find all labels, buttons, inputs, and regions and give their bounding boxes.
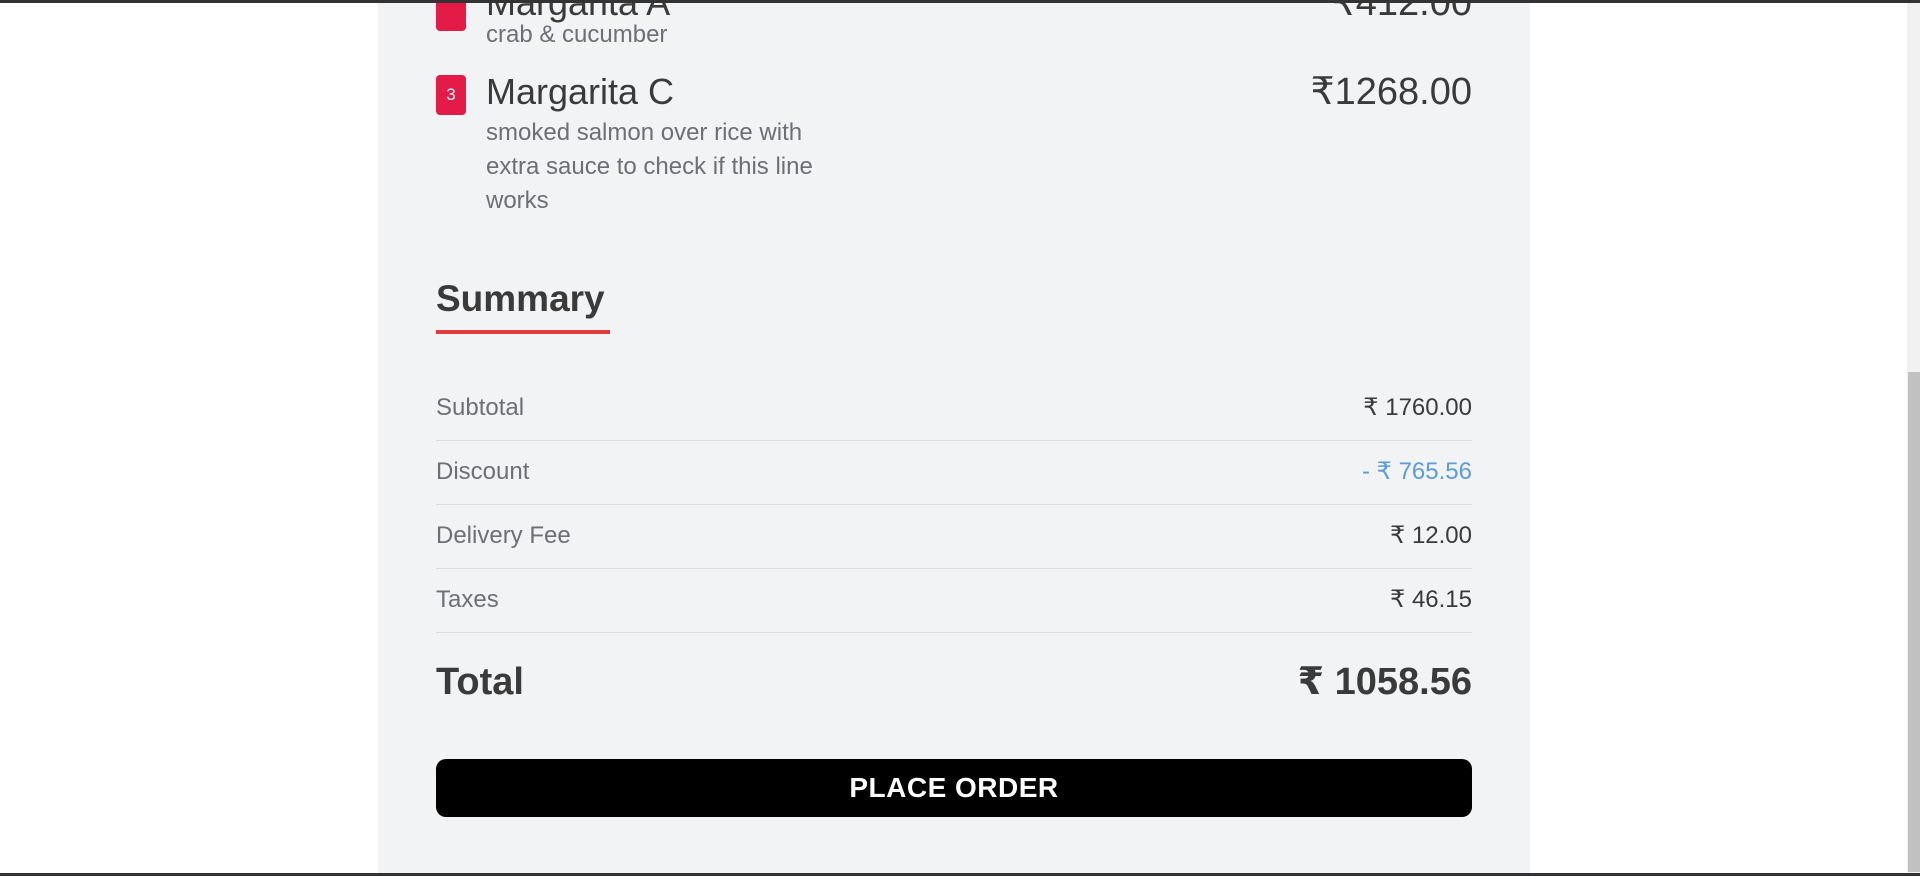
row-label: Subtotal [436, 394, 525, 421]
total-value: ₹ 1058.56 [1297, 661, 1472, 703]
item-name: Margarita C [486, 71, 675, 112]
summary-row-discount: Discount - ₹ 765.56 [436, 440, 1472, 505]
quantity-badge [436, 3, 466, 31]
place-order-button[interactable]: PLACE ORDER [436, 759, 1472, 817]
total-label: Total [436, 661, 524, 703]
item-description: crab & cucumber [486, 21, 668, 48]
row-label: Discount [436, 458, 530, 485]
row-label: Taxes [436, 586, 499, 613]
row-value: - ₹ 765.56 [1361, 458, 1472, 485]
summary-heading: Summary [436, 278, 605, 319]
row-label: Delivery Fee [436, 522, 571, 549]
checkout-panel: Margarita A crab & cucumber ₹412.00 3 Ma… [378, 3, 1530, 873]
cart-item: 3 Margarita C smoked salmon over rice wi… [436, 70, 1472, 220]
item-price: ₹412.00 [1331, 3, 1472, 24]
row-value: ₹ 12.00 [1390, 522, 1472, 549]
summary-row-delivery-fee: Delivery Fee ₹ 12.00 [436, 504, 1472, 569]
row-value: ₹ 46.15 [1390, 586, 1472, 613]
summary-heading-underline [436, 330, 610, 334]
summary-row-subtotal: Subtotal ₹ 1760.00 [436, 376, 1472, 441]
cart-item: Margarita A crab & cucumber ₹412.00 [436, 3, 1472, 51]
summary-row-taxes: Taxes ₹ 46.15 [436, 568, 1472, 633]
row-value: ₹ 1760.00 [1363, 394, 1472, 421]
quantity-badge: 3 [436, 75, 466, 115]
item-description: smoked salmon over rice with extra sauce… [486, 119, 813, 214]
scrollbar-thumb[interactable] [1908, 372, 1920, 872]
item-price: ₹1268.00 [1310, 71, 1472, 113]
